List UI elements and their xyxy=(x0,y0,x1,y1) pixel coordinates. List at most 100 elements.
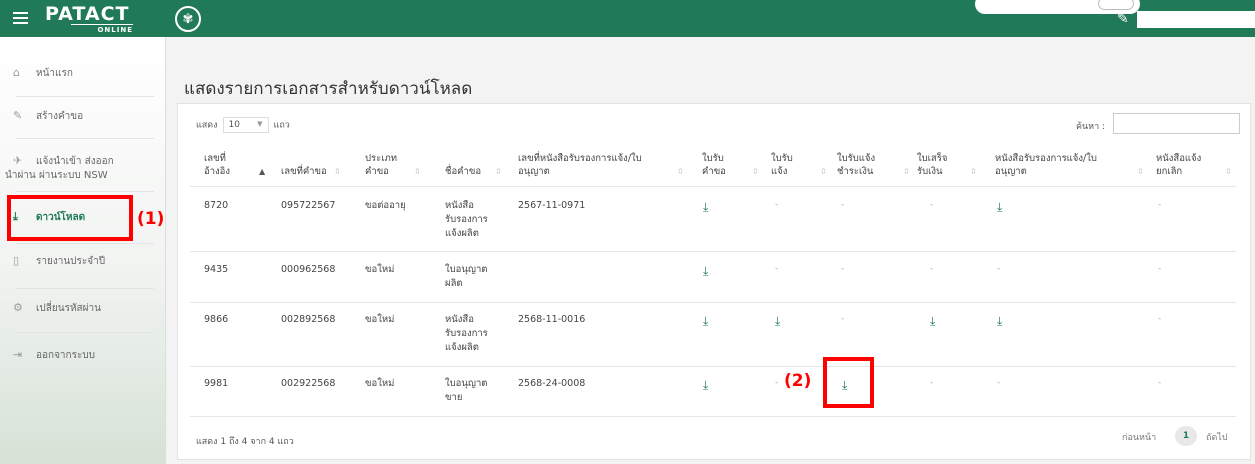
search-label: ค้นหา : xyxy=(1076,122,1106,132)
notification-icon[interactable]: ✎ xyxy=(1117,11,1129,27)
logout-icon: ⇥ xyxy=(13,348,23,361)
cell-request-no: 095722567 xyxy=(281,200,336,211)
cell-type: ขอต่ออายุ xyxy=(365,200,406,211)
page-1-button[interactable]: 1 xyxy=(1175,426,1197,446)
column-header-cert-no[interactable]: เลขที่หนังสือรับรองการแจ้ง/ใบ อนุญาต xyxy=(518,152,642,178)
column-header-receipt[interactable]: ใบเสร็จ รับเงิน xyxy=(917,152,947,178)
empty-cell: - xyxy=(1158,314,1162,324)
sort-icon[interactable]: ⇳ xyxy=(1137,167,1144,176)
cell-name: ใบอนุญาต ผลิต xyxy=(445,263,487,291)
hamburger-menu-icon[interactable] xyxy=(13,12,28,24)
chevron-down-icon: ▼ xyxy=(257,120,263,128)
cell-name: ใบอนุญาต ขาย xyxy=(445,377,487,405)
column-header-request-no[interactable]: เลขที่คำขอ xyxy=(281,165,327,178)
column-header-notify-receipt[interactable]: ใบรับ แจ้ง xyxy=(771,152,793,178)
header-line: ใบเสร็จ xyxy=(917,153,948,164)
sort-asc-icon[interactable]: ▲ xyxy=(259,167,265,176)
cell-ref: 9866 xyxy=(204,314,229,325)
empty-cell: - xyxy=(775,378,779,388)
annotation-box-2 xyxy=(823,357,874,408)
cell-name-line: ขาย xyxy=(445,392,463,403)
sort-icon[interactable]: ⇳ xyxy=(334,167,341,176)
column-header-type[interactable]: ประเภท คำขอ xyxy=(365,152,397,178)
prev-page-button[interactable]: ก่อนหน้า xyxy=(1122,430,1156,444)
page-length-value: 10 xyxy=(228,120,240,130)
header-line: แจ้ง xyxy=(771,166,788,177)
sort-icon[interactable]: ⇳ xyxy=(495,167,502,176)
empty-cell: - xyxy=(930,264,934,274)
column-header-request-receipt[interactable]: ใบรับ คำขอ xyxy=(702,152,726,178)
sort-icon[interactable]: ⇳ xyxy=(677,167,684,176)
cell-ref: 9435 xyxy=(204,264,229,275)
header-line: คำขอ xyxy=(702,166,726,177)
download-icon[interactable]: ⤓ xyxy=(775,315,780,327)
sort-icon[interactable]: ⇳ xyxy=(903,167,910,176)
sort-icon[interactable]: ⇳ xyxy=(1225,167,1232,176)
sidebar-divider xyxy=(16,243,154,244)
download-icon[interactable]: ⤓ xyxy=(997,315,1002,327)
sidebar-item-label-line2: นำผ่าน ผ่านระบบ NSW xyxy=(5,170,108,181)
cell-ref: 9981 xyxy=(204,378,229,389)
annotation-box-1 xyxy=(7,195,133,241)
sidebar-divider xyxy=(16,191,154,192)
download-icon[interactable]: ⤓ xyxy=(703,379,708,391)
logo[interactable]: PATACT ONLINE ✾ xyxy=(45,4,201,34)
annotation-label-2: (2) xyxy=(784,371,812,391)
table-divider xyxy=(190,302,1236,303)
column-header-name[interactable]: ชื่อคำขอ xyxy=(445,165,481,178)
empty-cell: - xyxy=(1158,264,1162,274)
cell-name-line: ผลิต xyxy=(445,278,463,289)
empty-cell: - xyxy=(841,200,845,210)
empty-cell: - xyxy=(930,200,934,210)
logo-subtext: ONLINE xyxy=(71,24,133,34)
cell-type: ขอใหม่ xyxy=(365,264,395,275)
header-line: ชื่อคำขอ xyxy=(445,166,482,177)
header-line: หนังสือแจ้ง xyxy=(1156,153,1202,164)
annotation-label-1: (1) xyxy=(137,209,165,229)
column-header-certificate[interactable]: หนังสือรับรองการแจ้ง/ใบ อนุญาต xyxy=(995,152,1097,178)
table-divider xyxy=(190,366,1236,367)
download-icon[interactable]: ⤓ xyxy=(703,315,708,327)
sort-icon[interactable]: ⇳ xyxy=(820,167,827,176)
sidebar-divider xyxy=(16,288,154,289)
header-line: อ้างอิง xyxy=(204,166,231,177)
sidebar-divider xyxy=(16,96,154,97)
top-toggle-pill[interactable] xyxy=(975,0,1140,14)
empty-cell: - xyxy=(775,264,779,274)
search-input[interactable] xyxy=(1113,113,1240,134)
cell-name-line: แจ้งผลิต xyxy=(445,342,479,353)
empty-cell: - xyxy=(1158,378,1162,388)
cell-type: ขอใหม่ xyxy=(365,378,395,389)
header-line: คำขอ xyxy=(365,166,389,177)
header-line: เลขที่หนังสือรับรองการแจ้ง/ใบ xyxy=(518,153,642,164)
pencil-icon: ✎ xyxy=(13,109,23,122)
download-icon[interactable]: ⤓ xyxy=(703,265,708,277)
header-line: หนังสือรับรองการแจ้ง/ใบ xyxy=(995,153,1097,164)
table-info: แสดง 1 ถึง 4 จาก 4 แถว xyxy=(196,437,294,447)
header-line: เลขที่คำขอ xyxy=(281,166,327,177)
sort-icon[interactable]: ⇳ xyxy=(414,167,421,176)
cell-name-line: ใบอนุญาต xyxy=(445,264,488,275)
download-icon[interactable]: ⤓ xyxy=(930,315,935,327)
plane-icon: ✈ xyxy=(13,154,23,167)
sort-icon[interactable]: ⇳ xyxy=(970,167,977,176)
file-icon: ▯ xyxy=(13,254,20,267)
user-name-box[interactable] xyxy=(1137,11,1255,28)
length-prefix: แสดง xyxy=(196,120,218,131)
download-icon[interactable]: ⤓ xyxy=(703,201,708,213)
column-header-payment-notice[interactable]: ใบรับแจ้ง ชำระเงิน xyxy=(837,152,875,178)
column-header-cancel-notice[interactable]: หนังสือแจ้ง ยกเลิก xyxy=(1156,152,1201,178)
next-page-button[interactable]: ถัดไป xyxy=(1206,430,1228,444)
cell-request-no: 000962568 xyxy=(281,264,336,275)
cell-name-line: หนังสือ xyxy=(445,314,474,325)
header-line: รับเงิน xyxy=(917,166,943,177)
header-line: ใบรับ xyxy=(702,153,724,164)
column-header-ref[interactable]: เลขที่ อ้างอิง xyxy=(204,152,230,178)
cell-name-line: หนังสือ xyxy=(445,200,474,211)
download-icon[interactable]: ⤓ xyxy=(997,201,1002,213)
sidebar-item-label: รายงานประจำปี xyxy=(36,256,106,267)
page-length-select[interactable]: 10 ▼ xyxy=(222,117,269,133)
page-length-control: แสดง 10 ▼ แถว xyxy=(196,117,290,133)
sort-icon[interactable]: ⇳ xyxy=(752,167,759,176)
sidebar-item-label: สร้างคำขอ xyxy=(36,111,84,122)
